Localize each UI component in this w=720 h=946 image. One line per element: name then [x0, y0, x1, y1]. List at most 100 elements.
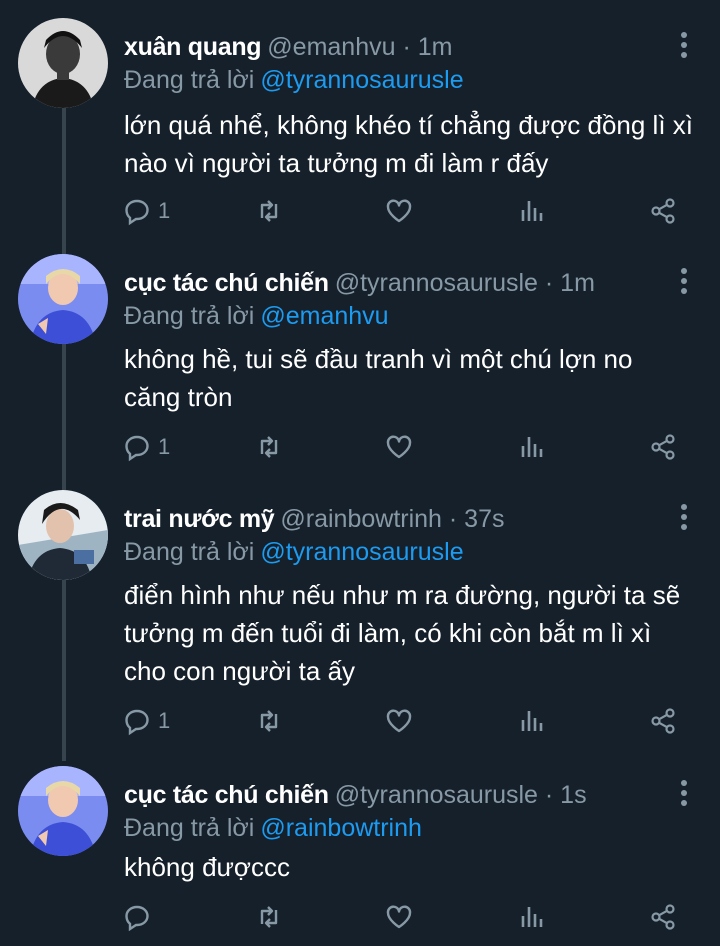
retweet-icon [260, 200, 278, 222]
replying-to: Đang trả lời @rainbowtrinh [124, 813, 422, 843]
share-icon [651, 198, 675, 224]
reply-icon [125, 199, 149, 226]
reply-button[interactable]: 1 [122, 430, 170, 464]
tweet[interactable]: cục tác chú chiến @tyrannosaurusle · 1s Đ… [0, 766, 720, 942]
more-options-button[interactable] [674, 30, 694, 60]
handle-time: @emanhvu · 1m [267, 33, 453, 61]
reply-button[interactable]: 1 [122, 704, 170, 738]
tweet-text-line: tưởng m đến tuổi đi làm, có khi còn bắt … [124, 618, 652, 648]
retweet-button[interactable] [254, 430, 284, 464]
avatar-image [18, 490, 108, 580]
reply-button[interactable] [122, 900, 158, 934]
tweet-actions: 1 [122, 704, 692, 738]
mention-link[interactable]: @rainbowtrinh [260, 814, 422, 842]
retweet-button[interactable] [254, 704, 284, 738]
display-name[interactable]: xuân quang [124, 33, 262, 61]
replying-to: Đang trả lời @tyrannosaurusle [124, 65, 464, 95]
tweet-text: điển hình như nếu như m ra đường, người … [124, 576, 694, 690]
reply-count: 1 [158, 198, 171, 223]
retweet-icon [260, 906, 278, 928]
more-options-button[interactable] [674, 778, 694, 808]
tweet[interactable]: cục tác chú chiến @tyrannosaurusle · 1m Đ… [0, 254, 720, 482]
tweet-text-line: nào vì người ta tưởng m đi làm r đấy [124, 148, 549, 178]
tweet-text: không đượccc [124, 848, 694, 886]
replying-to: Đang trả lời @emanhvu [124, 301, 389, 331]
tweet-text-line: không đượccc [124, 852, 290, 882]
tweet-text-line: lớn quá nhể, không khéo tí chẳng được đồ… [124, 110, 693, 140]
display-name[interactable]: cục tác chú chiến [124, 269, 329, 297]
mention-link[interactable]: @tyrannosaurusle [260, 66, 463, 94]
heart-icon [386, 709, 412, 733]
avatar[interactable] [18, 254, 108, 344]
analytics-button[interactable] [516, 194, 546, 228]
retweet-icon [260, 436, 278, 458]
reply-icon [125, 709, 149, 736]
replying-to-label: Đang trả lời [124, 814, 255, 842]
avatar-image [18, 766, 108, 856]
like-button[interactable] [384, 430, 414, 464]
display-name[interactable]: trai nước mỹ [124, 505, 275, 533]
more-vertical-icon [681, 268, 687, 294]
handle-time: @rainbowtrinh · 37s [280, 505, 505, 533]
more-vertical-icon [681, 32, 687, 58]
heart-icon [386, 199, 412, 223]
mention-link[interactable]: @tyrannosaurusle [260, 538, 463, 566]
analytics-icon [521, 201, 543, 221]
tweet[interactable]: xuân quang @emanhvu · 1m Đang trả lời @tyr… [0, 18, 720, 246]
more-options-button[interactable] [674, 266, 694, 296]
tweet-text: lớn quá nhể, không khéo tí chẳng được đồ… [124, 106, 694, 182]
handle-time: @tyrannosaurusle · 1s [334, 781, 587, 809]
display-name[interactable]: cục tác chú chiến [124, 781, 329, 809]
more-options-button[interactable] [674, 502, 694, 532]
avatar[interactable] [18, 766, 108, 856]
tweet-text-line: không hề, tui sẽ đầu tranh vì một chú lợ… [124, 344, 633, 374]
share-icon [651, 434, 675, 460]
share-button[interactable] [648, 430, 678, 464]
mention-link[interactable]: @emanhvu [260, 302, 388, 330]
tweet-header: xuân quang @emanhvu · 1m [124, 32, 452, 62]
analytics-button[interactable] [516, 900, 546, 934]
share-button[interactable] [648, 704, 678, 738]
analytics-icon [521, 437, 543, 457]
replying-to-label: Đang trả lời [124, 66, 255, 94]
more-vertical-icon [681, 504, 687, 530]
retweet-button[interactable] [254, 194, 284, 228]
handle-time: @tyrannosaurusle · 1m [334, 269, 595, 297]
tweet-header: cục tác chú chiến @tyrannosaurusle · 1s [124, 780, 587, 810]
more-vertical-icon [681, 780, 687, 806]
tweet-text: không hề, tui sẽ đầu tranh vì một chú lợ… [124, 340, 694, 416]
analytics-button[interactable] [516, 704, 546, 738]
replying-to-label: Đang trả lời [124, 538, 255, 566]
like-button[interactable] [384, 704, 414, 738]
avatar-image [18, 18, 108, 108]
avatar-image [18, 254, 108, 344]
share-icon [651, 708, 675, 734]
replying-to-label: Đang trả lời [124, 302, 255, 330]
tweet-actions [122, 900, 692, 934]
tweet-text-line: điển hình như nếu như m ra đường, người … [124, 580, 681, 610]
tweet[interactable]: trai nước mỹ @rainbowtrinh · 37s Đang trả… [0, 490, 720, 758]
retweet-button[interactable] [254, 900, 284, 934]
tweet-text-line: căng tròn [124, 382, 233, 412]
like-button[interactable] [384, 194, 414, 228]
heart-icon [386, 905, 412, 929]
like-button[interactable] [384, 900, 414, 934]
tweet-text-line: cho con người ta ấy [124, 656, 356, 686]
reply-count: 1 [158, 708, 171, 733]
reply-button[interactable]: 1 [122, 194, 170, 228]
retweet-icon [260, 710, 278, 732]
share-button[interactable] [648, 194, 678, 228]
heart-icon [386, 435, 412, 459]
analytics-button[interactable] [516, 430, 546, 464]
analytics-icon [521, 907, 543, 927]
tweet-header: trai nước mỹ @rainbowtrinh · 37s [124, 504, 504, 534]
tweet-actions: 1 [122, 194, 692, 228]
analytics-icon [521, 711, 543, 731]
avatar[interactable] [18, 490, 108, 580]
reply-count: 1 [158, 434, 171, 459]
replying-to: Đang trả lời @tyrannosaurusle [124, 537, 464, 567]
reply-icon [125, 435, 149, 462]
tweet-header: cục tác chú chiến @tyrannosaurusle · 1m [124, 268, 595, 298]
share-button[interactable] [648, 900, 678, 934]
avatar[interactable] [18, 18, 108, 108]
